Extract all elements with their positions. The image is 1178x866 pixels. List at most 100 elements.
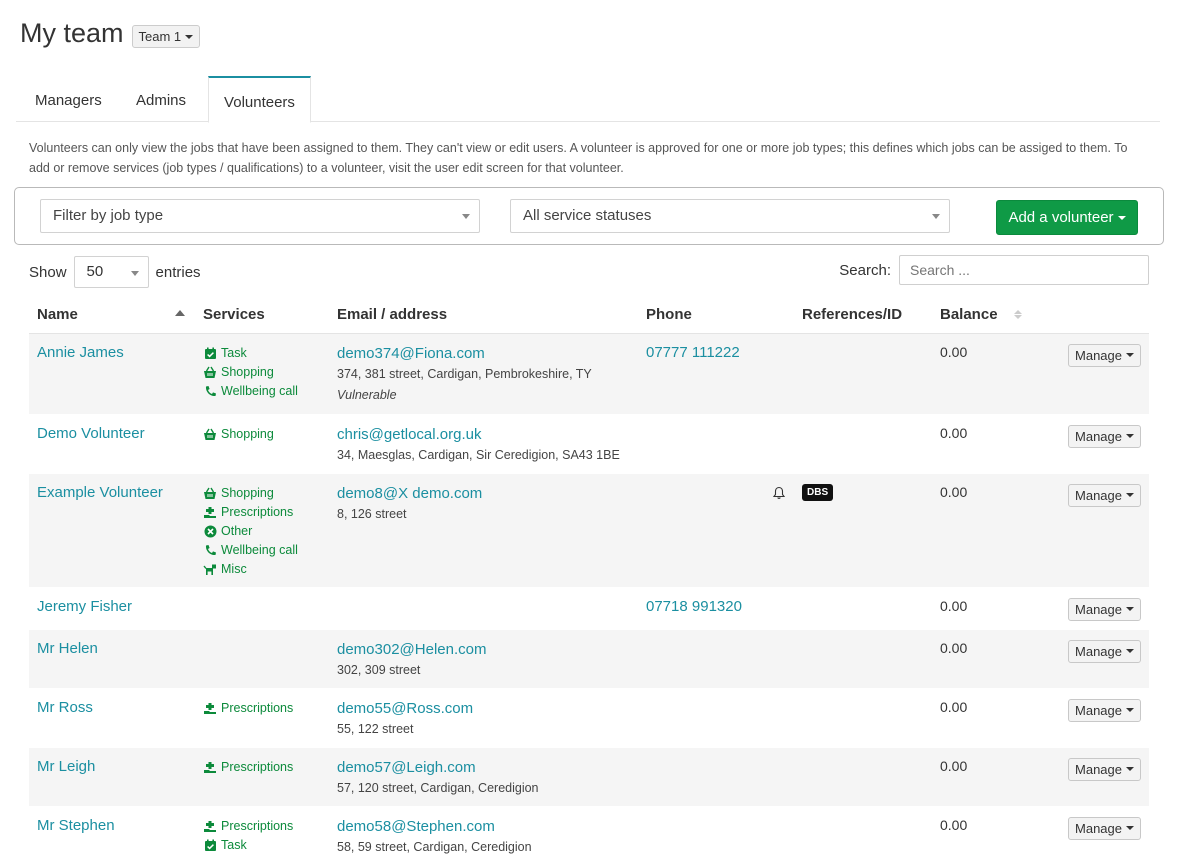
balance-cell: 0.00	[932, 806, 1032, 866]
services-cell: Prescriptions	[195, 688, 329, 748]
manage-button[interactable]: Manage	[1068, 816, 1141, 840]
team-selector-button[interactable]: Team 1	[131, 25, 201, 48]
table-search: Search:	[839, 255, 1149, 285]
table-row: Mr Leigh Prescriptions demo57@Leigh.com 57,…	[29, 747, 1149, 807]
table-row: Mr Stephen Prescriptions Task demo58@Stephe…	[29, 806, 1149, 866]
services-cell: Prescriptions	[195, 747, 329, 807]
phone-link[interactable]: 07777 111222	[646, 344, 740, 361]
basket-icon	[203, 427, 217, 441]
address-text: 374, 381 street, Cardigan, Pembrokeshire…	[337, 366, 592, 381]
dog-icon	[203, 562, 217, 576]
references-id-cell	[794, 688, 932, 748]
volunteer-name-link[interactable]: Mr Ross	[37, 699, 93, 716]
service-tag: Prescriptions	[203, 503, 321, 522]
service-tag: Misc	[203, 560, 321, 579]
tab-admins[interactable]: Admins	[136, 76, 186, 122]
job-type-filter-label: Filter by job type	[53, 207, 164, 224]
sort-icon	[1014, 309, 1022, 320]
volunteer-name-link[interactable]: Example Volunteer	[37, 484, 163, 501]
dropdown-arrow-icon	[932, 214, 940, 219]
job-type-filter[interactable]: Filter by job type	[40, 199, 480, 233]
email-link[interactable]: demo374@Fiona.com	[337, 344, 630, 364]
volunteer-name-link[interactable]: Demo Volunteer	[37, 425, 145, 442]
actions-cell: Manage	[1032, 806, 1149, 866]
add-volunteer-button[interactable]: Add a volunteer	[996, 200, 1138, 235]
page-length-select[interactable]: 50	[73, 256, 149, 288]
caret-down-icon	[1126, 708, 1134, 712]
email-link[interactable]: demo57@Leigh.com	[337, 758, 630, 778]
role-tabs: Managers Admins Volunteers	[16, 76, 1160, 123]
email-address-cell: demo302@Helen.com 302, 309 street	[329, 629, 638, 689]
service-tag: Prescriptions	[203, 758, 321, 777]
service-label: Misc	[221, 561, 247, 576]
volunteer-name-link[interactable]: Jeremy Fisher	[37, 598, 132, 615]
services-cell	[195, 587, 329, 630]
manage-button[interactable]: Manage	[1068, 343, 1141, 367]
address-text: 57, 120 street, Cardigan, Ceredigion	[337, 780, 539, 795]
tab-managers[interactable]: Managers	[35, 76, 102, 122]
manage-label: Manage	[1075, 702, 1122, 718]
name-cell: Mr Stephen	[29, 806, 195, 866]
show-label: Show	[29, 263, 67, 281]
email-address-cell: demo55@Ross.com 55, 122 street	[329, 688, 638, 748]
service-status-filter[interactable]: All service statuses	[510, 199, 950, 233]
column-header-actions	[1032, 296, 1149, 334]
volunteer-name-link[interactable]: Annie James	[37, 344, 124, 361]
email-link[interactable]: demo302@Helen.com	[337, 640, 630, 660]
manage-label: Manage	[1075, 761, 1122, 777]
manage-label: Manage	[1075, 643, 1122, 659]
caret-down-icon	[1126, 493, 1134, 497]
phone-cell	[638, 629, 794, 689]
manage-button[interactable]: Manage	[1068, 424, 1141, 448]
name-cell: Mr Helen	[29, 629, 195, 689]
manage-button[interactable]: Manage	[1068, 597, 1141, 621]
service-status-filter-label: All service statuses	[523, 207, 652, 224]
name-cell: Demo Volunteer	[29, 414, 195, 474]
service-label: Prescriptions	[221, 759, 294, 774]
email-link[interactable]: demo55@Ross.com	[337, 699, 630, 719]
actions-cell: Manage	[1032, 688, 1149, 748]
vulnerable-note: Vulnerable	[337, 387, 397, 402]
balance-value: 0.00	[940, 483, 968, 500]
column-header-services: Services	[195, 296, 329, 334]
email-address-cell: demo8@X demo.com 8, 126 street	[329, 473, 638, 588]
table-row: Annie James Task Shopping Wellbeing call dem…	[29, 333, 1149, 415]
caret-down-icon	[1126, 649, 1134, 653]
volunteer-name-link[interactable]: Mr Leigh	[37, 758, 95, 775]
address-text: 34, Maesglas, Cardigan, Sir Ceredigion, …	[337, 447, 620, 462]
actions-cell: Manage	[1032, 414, 1149, 474]
phone-icon	[203, 543, 217, 557]
prescription-icon	[203, 505, 217, 519]
email-link[interactable]: demo58@Stephen.com	[337, 817, 630, 837]
tab-volunteers[interactable]: Volunteers	[208, 76, 311, 123]
phone-link[interactable]: 07718 991320	[646, 598, 742, 615]
volunteers-table: Name Services Email / address Phone Refe…	[29, 296, 1149, 866]
volunteer-name-link[interactable]: Mr Helen	[37, 640, 98, 657]
balance-cell: 0.00	[932, 688, 1032, 748]
manage-button[interactable]: Manage	[1068, 483, 1141, 507]
services-cell: Task Shopping Wellbeing call	[195, 333, 329, 415]
service-tag: Prescriptions	[203, 699, 321, 718]
manage-button[interactable]: Manage	[1068, 639, 1141, 663]
column-header-balance[interactable]: Balance	[932, 296, 1032, 334]
balance-value: 0.00	[940, 757, 968, 774]
phone-cell	[638, 747, 794, 807]
prescription-icon	[203, 819, 217, 833]
address-text: 302, 309 street	[337, 662, 421, 677]
phone-cell	[638, 414, 794, 474]
page-header: My team Team 1	[20, 18, 201, 49]
manage-button[interactable]: Manage	[1068, 757, 1141, 781]
service-tag: Shopping	[203, 484, 321, 503]
service-tag: Wellbeing call	[203, 382, 321, 401]
search-input[interactable]	[899, 255, 1149, 285]
column-header-name[interactable]: Name	[29, 296, 195, 334]
service-tag: Wellbeing call	[203, 541, 321, 560]
email-link[interactable]: chris@getlocal.org.uk	[337, 425, 630, 445]
email-address-cell	[329, 587, 638, 630]
service-label: Other	[221, 523, 253, 538]
volunteer-name-link[interactable]: Mr Stephen	[37, 817, 115, 834]
search-label: Search:	[839, 261, 891, 279]
manage-button[interactable]: Manage	[1068, 698, 1141, 722]
name-cell: Example Volunteer	[29, 473, 195, 588]
email-link[interactable]: demo8@X demo.com	[337, 484, 630, 504]
